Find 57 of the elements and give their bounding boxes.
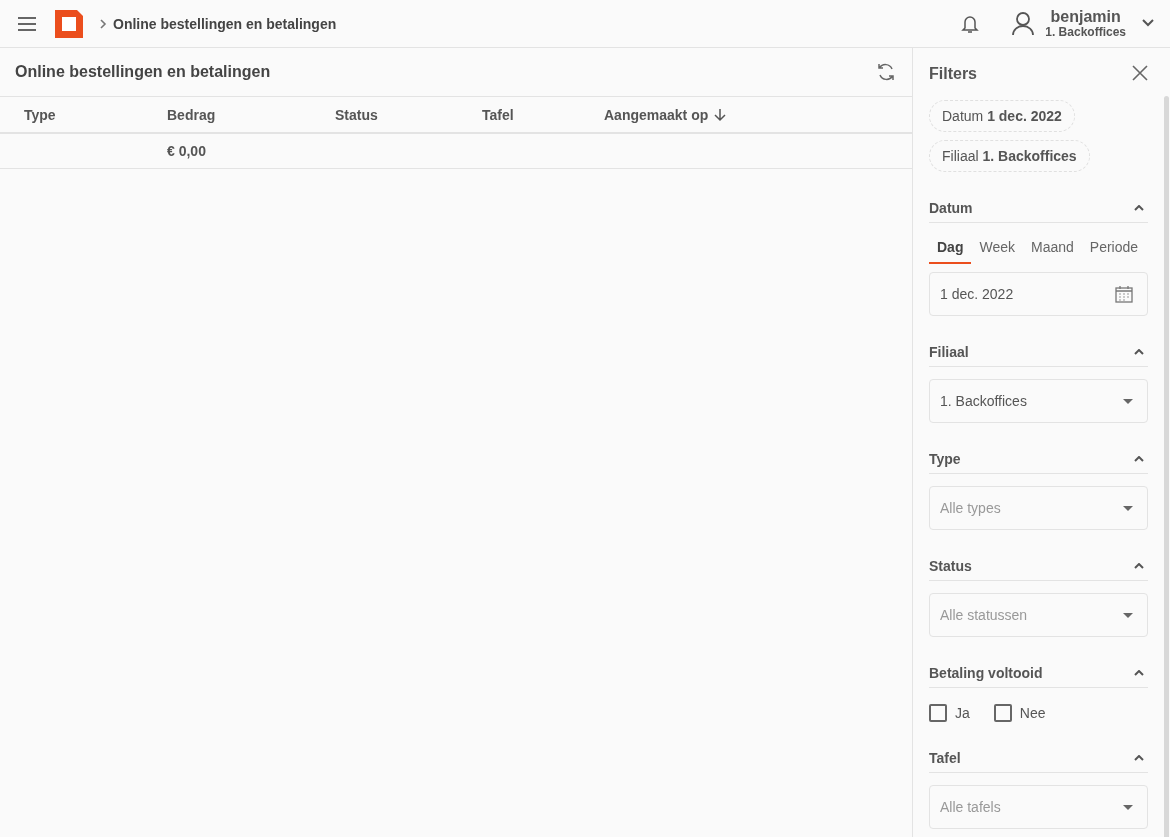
collapse-button[interactable] <box>1134 205 1144 211</box>
period-tab[interactable]: Dag <box>929 234 972 264</box>
checkbox[interactable] <box>929 704 947 722</box>
collapse-button[interactable] <box>1134 670 1144 676</box>
menu-icon <box>17 15 37 32</box>
caret-up-icon <box>1134 563 1144 569</box>
period-tab[interactable]: Week <box>971 234 1023 264</box>
dropdown-arrow-icon <box>1123 804 1133 810</box>
filter-chip[interactable]: Filiaal 1. Backoffices <box>929 140 1090 172</box>
chevron-right-icon <box>99 18 107 29</box>
column-header[interactable]: Bedrag <box>167 106 216 123</box>
caret-up-icon <box>1134 456 1144 462</box>
section-title: Filiaal <box>929 344 969 360</box>
collapse-button[interactable] <box>1134 755 1144 761</box>
section-title: Betaling voltooid <box>929 665 1043 681</box>
checkbox[interactable] <box>993 704 1012 722</box>
column-header[interactable]: Tafel <box>482 106 514 123</box>
section-title: Status <box>929 558 972 574</box>
refresh-icon <box>876 62 896 82</box>
column-header[interactable]: Type <box>24 106 56 123</box>
section-title: Datum <box>929 200 973 216</box>
column-header[interactable]: Status <box>335 106 378 123</box>
collapse-button[interactable] <box>1134 456 1144 462</box>
breadcrumb-text: Online bestellingen en betalingen <box>113 15 337 32</box>
dropdown-arrow-icon <box>1123 505 1133 511</box>
filter-chip[interactable]: Datum 1 dec. 2022 <box>929 100 1075 132</box>
period-tab[interactable]: Periode <box>1081 234 1147 264</box>
panel-title: Filters <box>929 65 977 83</box>
refresh-button[interactable] <box>876 62 896 82</box>
table-cell-text: € 0,00 <box>167 143 207 159</box>
close-icon <box>1132 64 1148 81</box>
user-icon <box>1011 11 1036 36</box>
calendar-icon <box>1115 285 1133 303</box>
checkbox-label: Ja <box>955 705 970 721</box>
dropdown-arrow-icon <box>1123 612 1133 618</box>
column-header[interactable]: Aangemaakt op <box>604 106 709 123</box>
section-title: Tafel <box>929 750 961 766</box>
dropdown-arrow-icon <box>1123 398 1133 404</box>
notifications-button[interactable] <box>961 13 980 34</box>
collapse-button[interactable] <box>1134 563 1144 569</box>
section-title: Type <box>929 451 961 467</box>
period-tab[interactable]: Maand <box>1023 234 1082 264</box>
collapse-button[interactable] <box>1134 349 1144 355</box>
caret-up-icon <box>1134 755 1144 761</box>
user-menu-button[interactable]: benjamin 1. Backoffices <box>1011 8 1154 39</box>
scrollbar[interactable] <box>1164 96 1169 837</box>
caret-up-icon <box>1134 670 1144 676</box>
checkbox-label: Nee <box>1019 705 1046 721</box>
page-title: Online bestellingen en betalingen <box>15 63 271 81</box>
caret-up-icon <box>1134 349 1144 355</box>
menu-button[interactable] <box>17 15 37 32</box>
logo-icon <box>55 9 83 38</box>
bell-icon <box>961 13 980 34</box>
caret-up-icon <box>1134 205 1144 211</box>
select-field[interactable]: 1. Backoffices <box>929 379 1148 423</box>
date-field[interactable]: 1 dec. 2022 <box>929 272 1148 316</box>
chevron-down-icon <box>1142 19 1154 28</box>
